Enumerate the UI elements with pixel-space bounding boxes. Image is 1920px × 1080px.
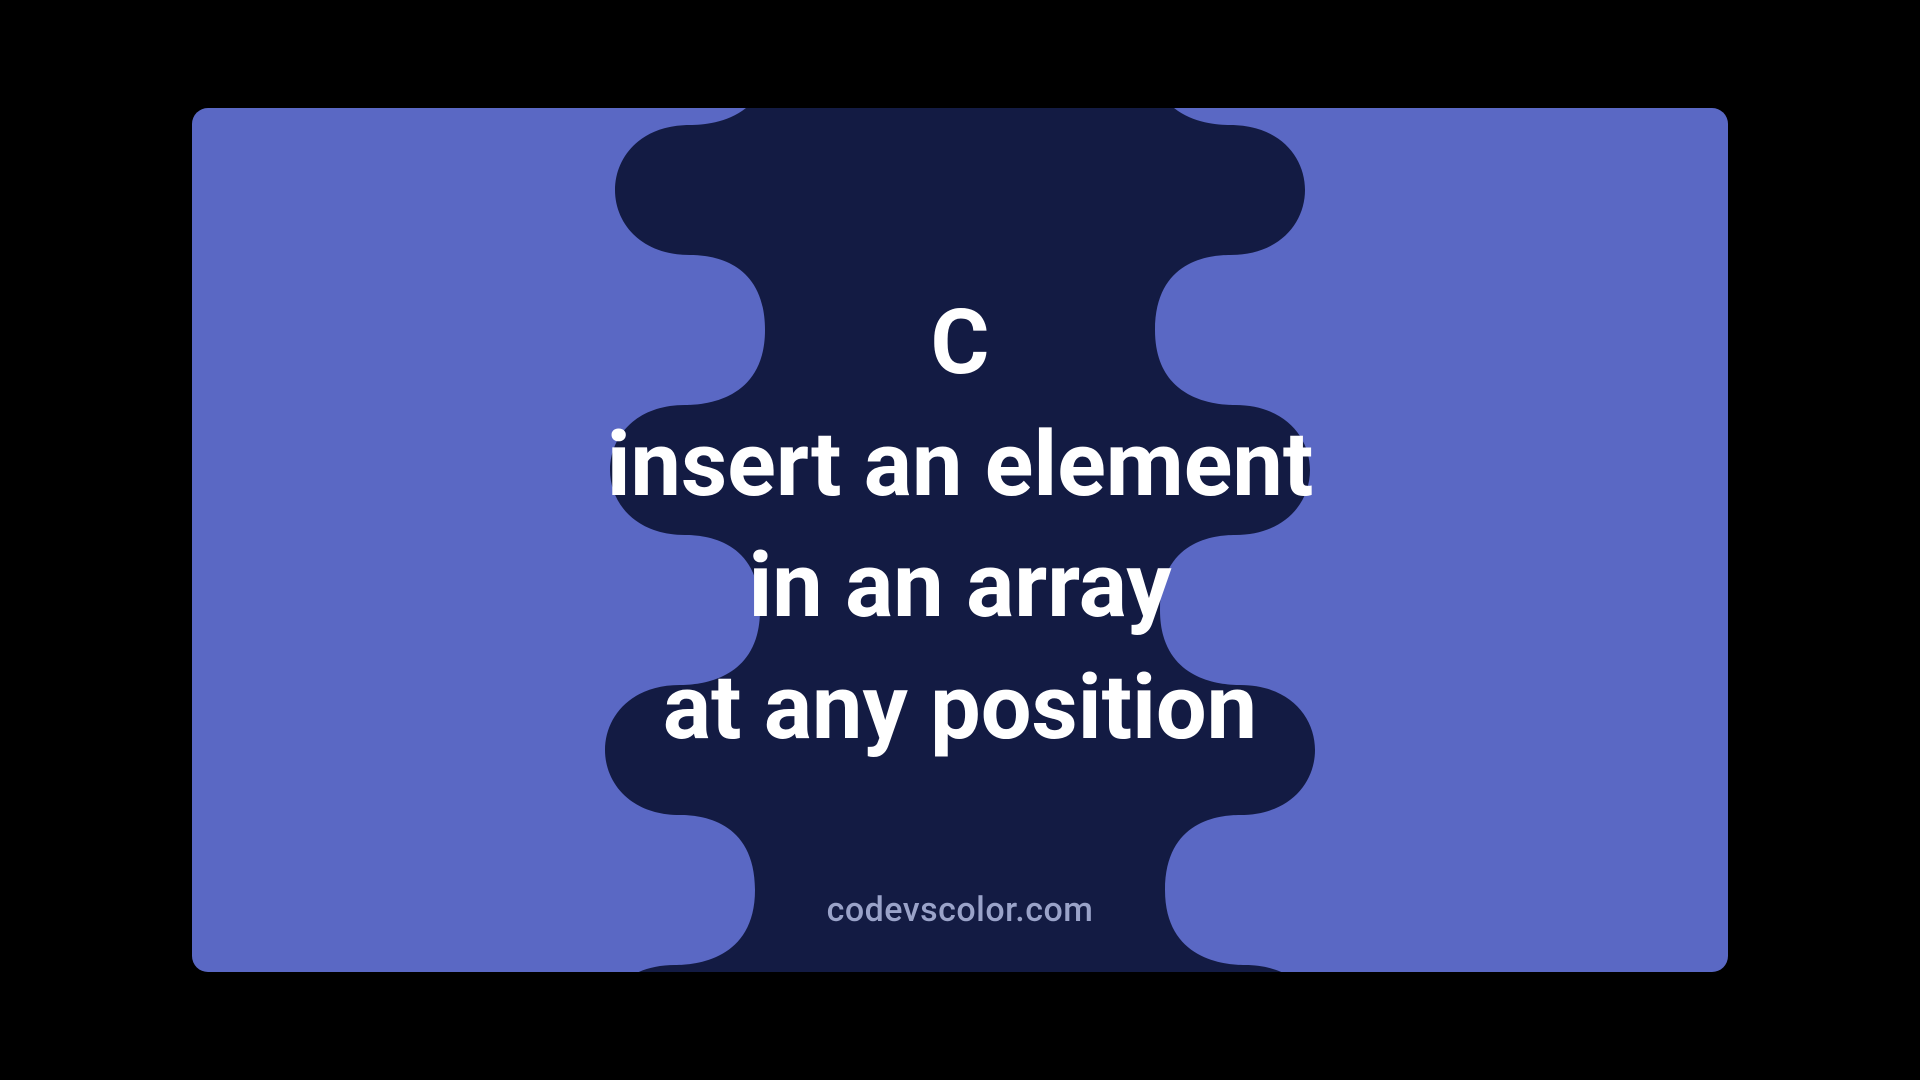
attribution-text: codevscolor.com	[192, 890, 1728, 930]
title-line-3: in an array	[607, 525, 1314, 647]
title-line-2: insert an element	[607, 404, 1314, 526]
title-line-1: C	[607, 282, 1314, 404]
title-text-block: C insert an element in an array at any p…	[607, 282, 1314, 768]
title-content: C insert an element in an array at any p…	[192, 108, 1728, 972]
title-line-4: at any position	[607, 647, 1314, 769]
banner-card: C insert an element in an array at any p…	[192, 108, 1728, 972]
